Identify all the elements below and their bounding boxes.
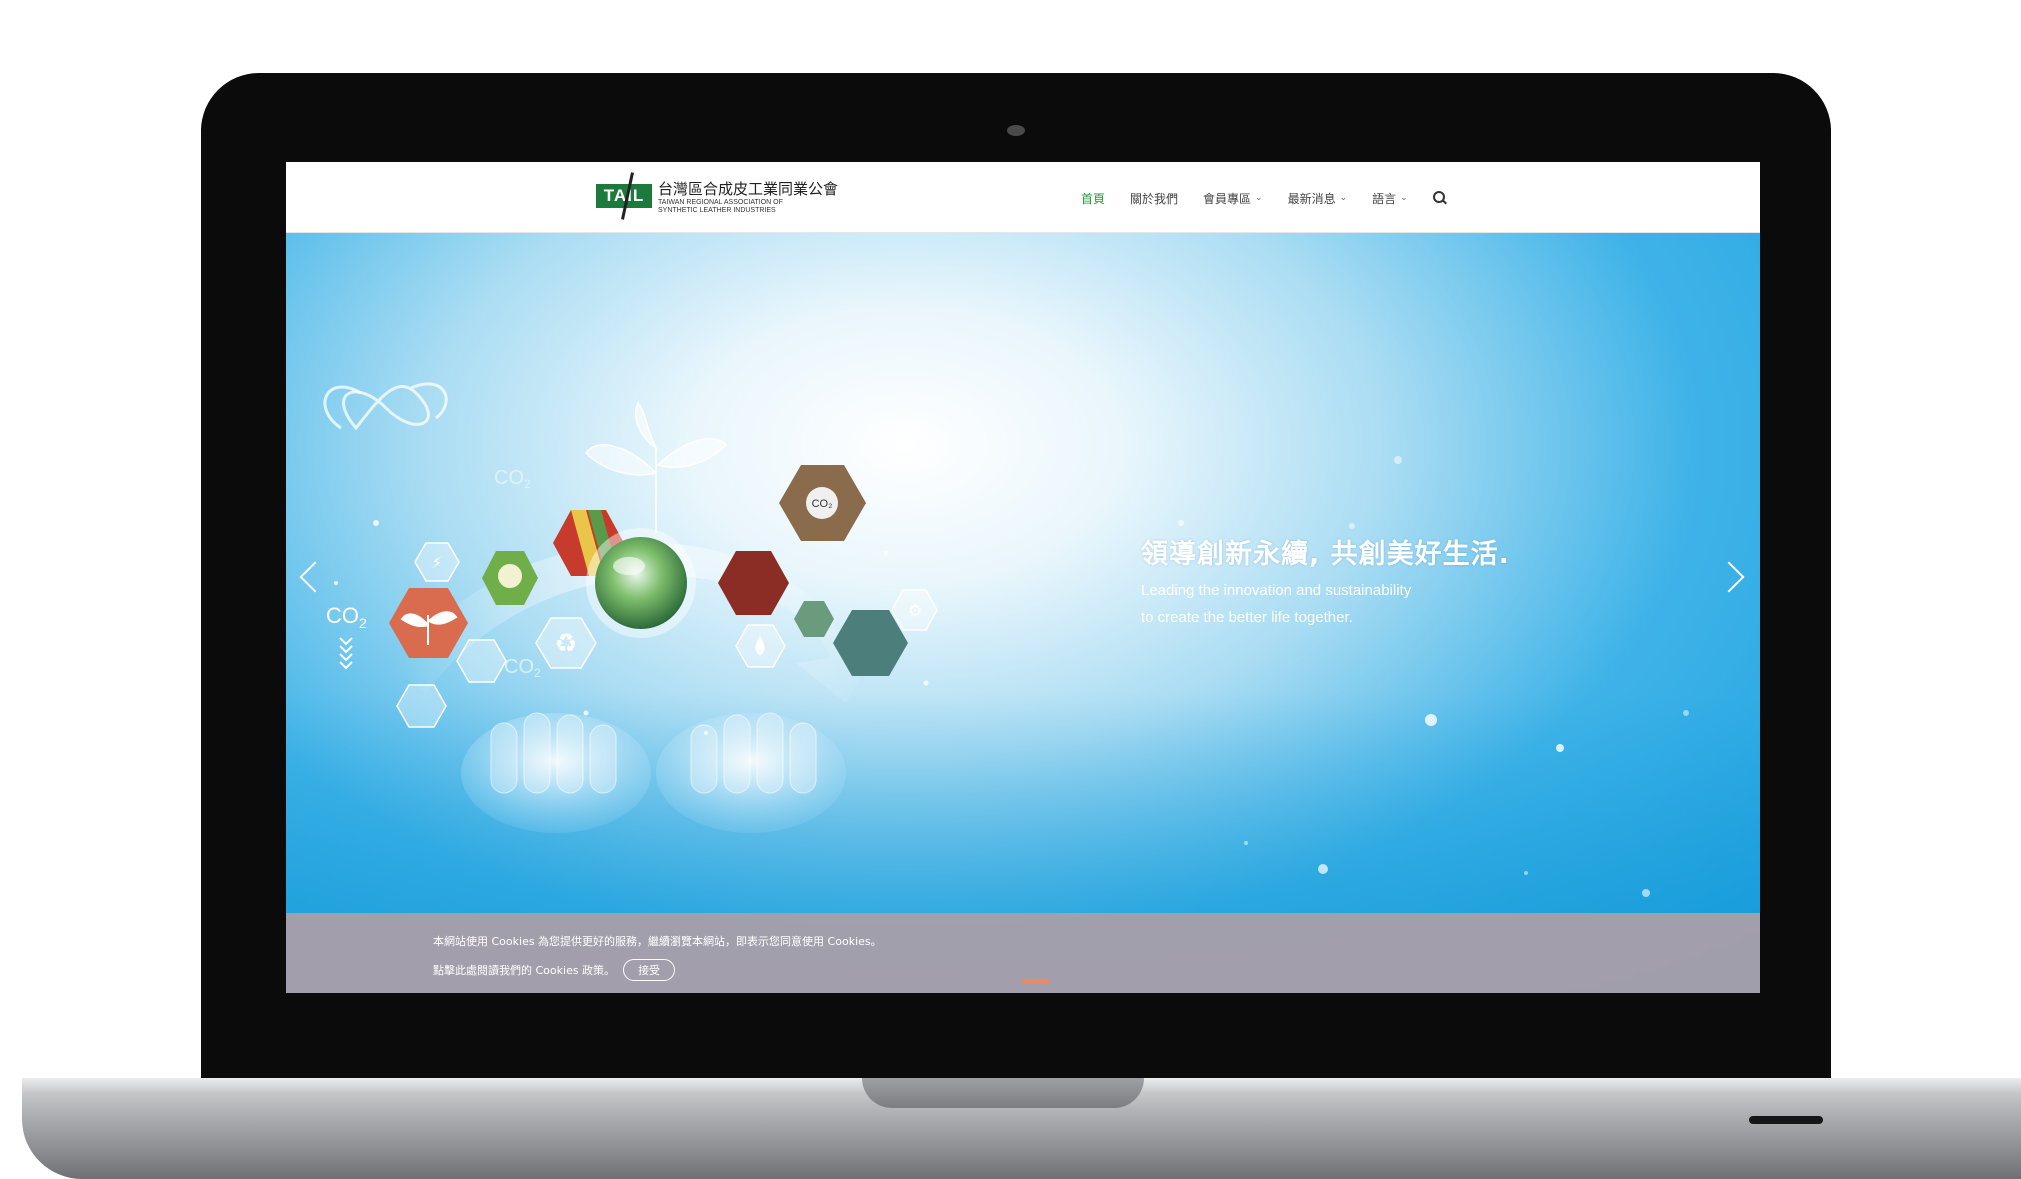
nav-item-label: 最新消息 (1287, 191, 1336, 206)
hero-subtitle-line2: to create the better life together. (1141, 609, 1353, 626)
logo-name-cn: 台灣區合成皮工業同業公會 (658, 180, 839, 198)
infinity-icon (323, 382, 448, 431)
hexagon-solar-icon (396, 684, 447, 728)
nav-item-label: 會員專區 (1203, 191, 1252, 206)
hero-slider: CO₂ ♻ ⚙ ⚡ CO2 CO2 CO2 領導創新永續, 共創美好生活. Le… (286, 233, 1760, 993)
hexagon-co2-plant: CO₂ (779, 465, 866, 541)
cookie-text: 本網站使用 Cookies 為您提供更好的服務，繼續瀏覽本網站，即表示您同意使用… (433, 935, 882, 948)
logo-name-en: TAIWAN REGIONAL ASSOCIATION OF SYNTHETIC… (658, 199, 783, 215)
laptop-notch (862, 1078, 1144, 1108)
logo-name-en-line2: SYNTHETIC LEATHER INDUSTRIES (658, 207, 776, 214)
recycle-icon: ♻ (554, 629, 577, 659)
globe-icon (586, 528, 696, 638)
nav-item-label: 語言 (1372, 191, 1397, 206)
cookie-accept-button[interactable]: 接受 (623, 959, 676, 981)
cookie-policy-row: 點擊此處閱讀我們的 Cookies 政策。 接受 (433, 959, 676, 981)
plug-icon: ⚡ (431, 553, 442, 572)
chevron-down-icon: ⌄ (1400, 193, 1408, 203)
nav-item-language[interactable]: 語言 ⌄ (1372, 190, 1408, 207)
cookie-policy-link[interactable]: 點擊此處閱讀我們的 Cookies 政策。 (433, 962, 615, 978)
slider-prev-button[interactable] (294, 558, 322, 598)
hero-subtitle: Leading the innovation and sustainabilit… (1141, 577, 1411, 631)
browser-screen: TAIL 台灣區合成皮工業同業公會 TAIWAN REGIONAL ASSOCI… (286, 162, 1760, 993)
co2-label-faint: CO2 (504, 656, 541, 680)
down-arrows-icon (339, 637, 353, 670)
site-header: TAIL 台灣區合成皮工業同業公會 TAIWAN REGIONAL ASSOCI… (286, 162, 1760, 233)
cookie-bar: 本網站使用 Cookies 為您提供更好的服務，繼續瀏覽本網站，即表示您同意使用… (286, 913, 1760, 993)
co2-label: CO2 (326, 603, 367, 631)
co2-label-faint: CO2 (494, 467, 531, 491)
laptop-vent (1749, 1116, 1823, 1124)
logo-name-en-line1: TAIWAN REGIONAL ASSOCIATION OF (658, 199, 783, 206)
nav-item-label: 關於我們 (1130, 191, 1179, 206)
svg-text:CO₂: CO₂ (812, 498, 833, 510)
nav-item-news[interactable]: 最新消息 ⌄ (1288, 190, 1348, 207)
main-nav: 首頁 關於我們 會員專區 ⌄ 最新消息 ⌄ 語言 ⌄ (1081, 190, 1447, 206)
camera-icon (1007, 125, 1025, 136)
site-logo[interactable]: TAIL 台灣區合成皮工業同業公會 TAIWAN REGIONAL ASSOCI… (596, 172, 866, 224)
nav-item-members[interactable]: 會員專區 ⌄ (1203, 190, 1263, 207)
slider-next-button[interactable] (1722, 558, 1750, 598)
search-icon[interactable] (1432, 191, 1447, 205)
nav-item-home[interactable]: 首頁 (1081, 190, 1105, 207)
laptop-base (22, 1078, 2021, 1179)
chevron-down-icon: ⌄ (1255, 193, 1263, 203)
gears-icon: ⚙ (908, 601, 922, 620)
hero-artwork: CO₂ ♻ ⚙ ⚡ CO2 CO2 CO2 (323, 382, 938, 833)
hands-illustration (461, 712, 846, 833)
laptop-lid: TAIL 台灣區合成皮工業同業公會 TAIWAN REGIONAL ASSOCI… (201, 73, 1831, 1083)
nav-item-about[interactable]: 關於我們 (1130, 190, 1178, 207)
chevron-down-icon: ⌄ (1339, 193, 1348, 203)
hero-subtitle-line1: Leading the innovation and sustainabilit… (1141, 582, 1412, 599)
nav-item-label: 首頁 (1081, 191, 1106, 206)
hero-title: 領導創新永續, 共創美好生活. (1141, 539, 1510, 570)
slider-pager-active[interactable] (1022, 979, 1050, 983)
